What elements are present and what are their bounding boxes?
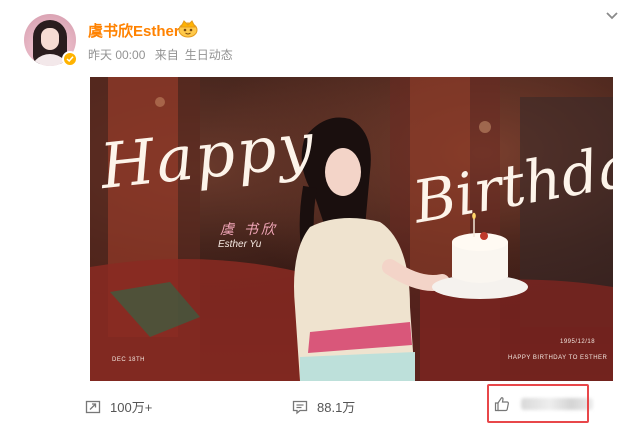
repost-button[interactable]: 100万+	[85, 397, 152, 416]
image-name-cn: 虞 书欣	[220, 221, 278, 237]
post-time[interactable]: 昨天 00:00	[88, 48, 145, 62]
image-date-right: 1995/12/18	[560, 339, 596, 345]
crown-icon	[178, 20, 198, 38]
weibo-post: 虞书欣Esther 昨天 00:00 来自 生日动态 Happy Birthda…	[0, 0, 632, 425]
like-highlight-box	[487, 384, 589, 423]
source-prefix: 来自	[154, 48, 179, 62]
post-meta: 昨天 00:00 来自 生日动态	[88, 46, 239, 63]
image-name-en: Esther Yu	[218, 239, 262, 250]
image-greeting: HAPPY BIRTHDAY TO ESTHER	[508, 355, 608, 361]
post-source: 生日动态	[184, 48, 233, 62]
comment-icon	[292, 400, 308, 414]
author-name[interactable]: 虞书欣Esther	[88, 20, 180, 41]
comment-count: 88.1万	[317, 400, 356, 415]
comment-button[interactable]: 88.1万	[292, 397, 355, 416]
verified-badge-icon	[62, 51, 78, 67]
repost-icon	[85, 400, 101, 413]
image-date-left: DEC 18TH	[112, 357, 146, 363]
repost-count: 100万+	[110, 400, 153, 415]
chevron-down-icon[interactable]	[604, 10, 620, 22]
post-image[interactable]: Happy Birthday 虞 书欣 Esther Yu DEC 18TH 1…	[90, 77, 613, 381]
author-avatar[interactable]	[24, 14, 78, 67]
